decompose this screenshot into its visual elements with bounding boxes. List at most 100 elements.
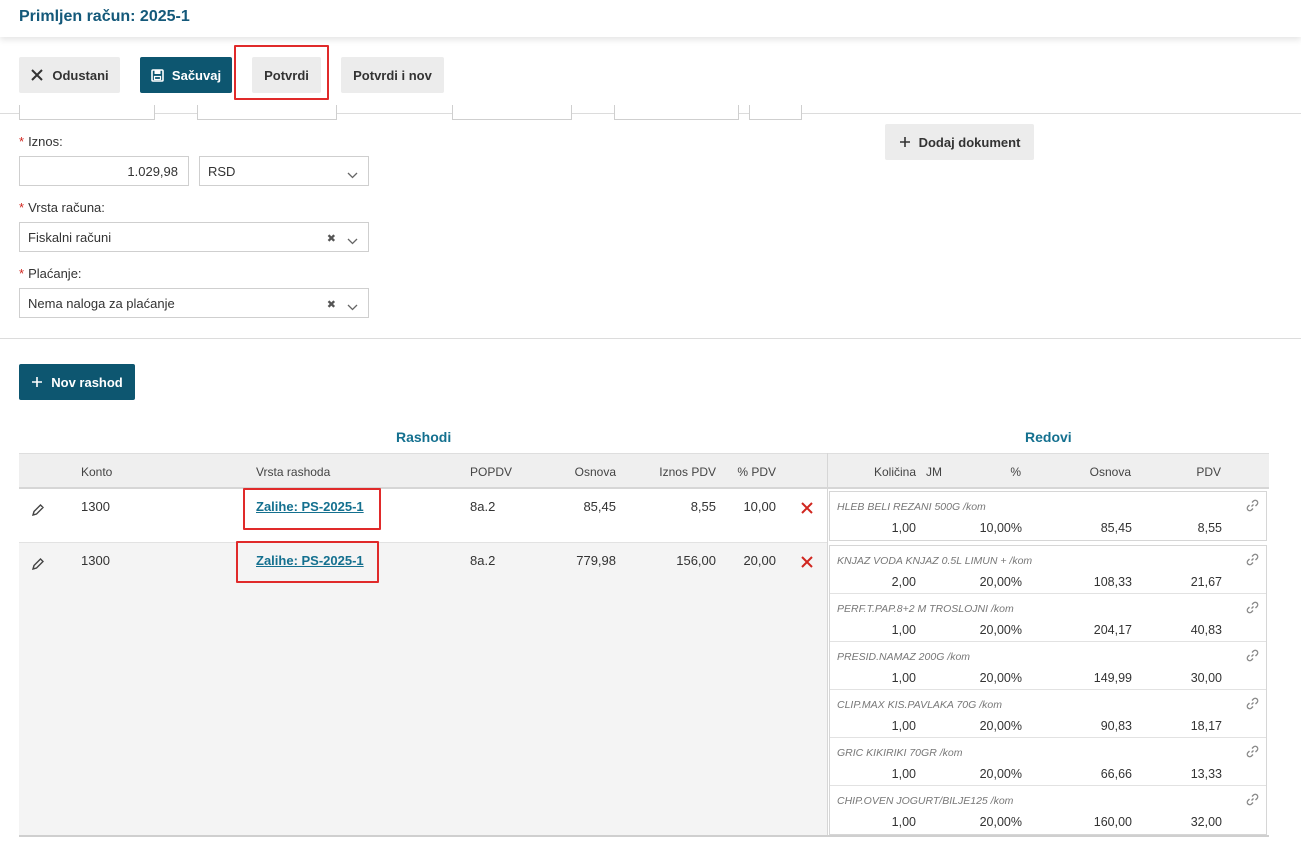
plus-icon bbox=[31, 376, 43, 388]
konto-cell: 1300 bbox=[81, 499, 110, 514]
item-name: CHIP.OVEN JOGURT/BILJE125 /kom bbox=[837, 795, 1014, 807]
new-expense-button[interactable]: Nov rashod bbox=[19, 364, 135, 400]
column-divider bbox=[827, 453, 828, 835]
table-header: Konto Vrsta rashoda POPDV Osnova Iznos P… bbox=[19, 453, 1269, 489]
col-unit: JM bbox=[926, 465, 942, 479]
pct-cell: 20,00% bbox=[979, 719, 1022, 733]
col-pct: % bbox=[1010, 465, 1021, 479]
item-name: PRESID.NAMAZ 200G /kom bbox=[837, 651, 971, 663]
lines-block: KNJAZ VODA KNJAZ 0.5L LIMUN + /kom 2,00 … bbox=[829, 545, 1267, 835]
vat-cell: 40,83 bbox=[1190, 623, 1222, 637]
vat-pct-cell: 10,00 bbox=[743, 499, 776, 514]
list-item: PERF.T.PAP.8+2 M TROSLOJNI /kom 1,00 20,… bbox=[830, 594, 1266, 642]
delete-icon[interactable] bbox=[800, 555, 814, 572]
link-icon[interactable] bbox=[1246, 499, 1259, 515]
qty-cell: 2,00 bbox=[891, 575, 916, 589]
vat-cell: 8,55 bbox=[1197, 521, 1222, 535]
link-icon[interactable] bbox=[1246, 745, 1259, 761]
item-name: PERF.T.PAP.8+2 M TROSLOJNI /kom bbox=[837, 603, 1014, 615]
clear-icon[interactable]: ✖ bbox=[327, 232, 336, 245]
table-row: 1300 Zalihe: PS-2025-1 8a.2 779,98 156,0… bbox=[19, 541, 827, 835]
qty-cell: 1,00 bbox=[891, 671, 916, 685]
list-item: PRESID.NAMAZ 200G /kom 1,00 20,00% 149,9… bbox=[830, 642, 1266, 690]
col-base: Osnova bbox=[574, 465, 616, 479]
pct-cell: 20,00% bbox=[979, 767, 1022, 781]
popdv-cell: 8a.2 bbox=[470, 553, 496, 568]
currency-select[interactable]: RSD bbox=[199, 156, 369, 186]
chevron-down-icon bbox=[347, 167, 358, 182]
vat-amount-cell: 156,00 bbox=[676, 553, 716, 568]
expenses-title: Rashodi bbox=[396, 429, 452, 445]
col-type: Vrsta rashoda bbox=[256, 465, 331, 479]
list-item: HLEB BELI REZANI 500G /kom 1,00 10,00% 8… bbox=[830, 492, 1266, 540]
field-fragment[interactable] bbox=[614, 105, 739, 120]
lines-block: HLEB BELI REZANI 500G /kom 1,00 10,00% 8… bbox=[829, 491, 1267, 541]
col-vat-amount: Iznos PDV bbox=[659, 465, 716, 479]
col-line-base: Osnova bbox=[1089, 465, 1131, 479]
link-icon[interactable] bbox=[1246, 649, 1259, 665]
pct-cell: 20,00% bbox=[979, 815, 1022, 829]
confirm-new-label: Potvrdi i nov bbox=[353, 67, 432, 83]
item-name: HLEB BELI REZANI 500G /kom bbox=[837, 501, 986, 513]
invoice-type-value: Fiskalni računi bbox=[28, 229, 112, 245]
vat-cell: 18,17 bbox=[1190, 719, 1222, 733]
plus-icon bbox=[899, 136, 911, 148]
save-icon bbox=[151, 68, 164, 82]
cancel-button[interactable]: Odustani bbox=[19, 57, 120, 93]
payment-select[interactable]: Nema naloga za plaćanje ✖ bbox=[19, 288, 369, 318]
vat-cell: 32,00 bbox=[1190, 815, 1222, 829]
popdv-cell: 8a.2 bbox=[470, 499, 496, 514]
link-icon[interactable] bbox=[1246, 793, 1259, 809]
col-qty: Količina bbox=[874, 465, 917, 479]
base-cell: 66,66 bbox=[1100, 767, 1132, 781]
col-vat-pct: % PDV bbox=[737, 465, 776, 479]
pct-cell: 20,00% bbox=[979, 671, 1022, 685]
list-item: GRIC KIKIRIKI 70GR /kom 1,00 20,00% 66,6… bbox=[830, 738, 1266, 786]
base-cell: 85,45 bbox=[1100, 521, 1132, 535]
close-icon bbox=[30, 68, 44, 82]
add-document-label: Dodaj dokument bbox=[918, 134, 1021, 150]
item-name: CLIP.MAX KIS.PAVLAKA 70G /kom bbox=[837, 699, 1002, 711]
confirm-new-button[interactable]: Potvrdi i nov bbox=[341, 57, 444, 93]
add-document-button[interactable]: Dodaj dokument bbox=[885, 124, 1034, 160]
vat-pct-cell: 20,00 bbox=[743, 553, 776, 568]
amount-input[interactable]: 1.029,98 bbox=[19, 156, 189, 186]
field-fragment[interactable] bbox=[19, 105, 155, 120]
col-popdv: POPDV bbox=[470, 465, 513, 479]
payment-label: * Plaćanje: bbox=[19, 266, 82, 281]
field-fragment[interactable] bbox=[197, 105, 337, 120]
pct-cell: 20,00% bbox=[979, 623, 1022, 637]
clear-icon[interactable]: ✖ bbox=[327, 298, 336, 311]
amount-label: * Iznos: bbox=[19, 134, 63, 149]
field-fragment[interactable] bbox=[452, 105, 572, 120]
konto-cell: 1300 bbox=[81, 553, 110, 568]
payment-value: Nema naloga za plaćanje bbox=[28, 295, 175, 311]
toolbar: Odustani Sačuvaj Potvrdi Potvrdi i nov bbox=[0, 37, 1301, 114]
new-expense-label: Nov rashod bbox=[51, 374, 123, 390]
item-name: KNJAZ VODA KNJAZ 0.5L LIMUN + /kom bbox=[837, 555, 1033, 567]
field-fragment[interactable] bbox=[749, 105, 802, 120]
link-icon[interactable] bbox=[1246, 697, 1259, 713]
item-name: GRIC KIKIRIKI 70GR /kom bbox=[837, 747, 963, 759]
link-highlight bbox=[243, 488, 381, 530]
pct-cell: 20,00% bbox=[979, 575, 1022, 589]
link-icon[interactable] bbox=[1246, 553, 1259, 569]
base-cell: 779,98 bbox=[576, 553, 616, 568]
qty-cell: 1,00 bbox=[891, 767, 916, 781]
pencil-icon[interactable] bbox=[31, 503, 45, 520]
qty-cell: 1,00 bbox=[891, 623, 916, 637]
base-cell: 90,83 bbox=[1100, 719, 1132, 733]
save-label: Sačuvaj bbox=[171, 67, 222, 83]
base-cell: 149,99 bbox=[1093, 671, 1132, 685]
expenses-table: Konto Vrsta rashoda POPDV Osnova Iznos P… bbox=[19, 453, 1269, 837]
save-button[interactable]: Sačuvaj bbox=[140, 57, 232, 93]
delete-icon[interactable] bbox=[800, 501, 814, 518]
link-icon[interactable] bbox=[1246, 601, 1259, 617]
base-cell: 204,17 bbox=[1093, 623, 1132, 637]
base-cell: 108,33 bbox=[1093, 575, 1132, 589]
table-row: 1300 Zalihe: PS-2025-1 8a.2 85,45 8,55 1… bbox=[19, 488, 827, 543]
currency-value: RSD bbox=[208, 163, 236, 179]
base-cell: 160,00 bbox=[1093, 815, 1132, 829]
pencil-icon[interactable] bbox=[31, 557, 45, 574]
invoice-type-select[interactable]: Fiskalni računi ✖ bbox=[19, 222, 369, 252]
